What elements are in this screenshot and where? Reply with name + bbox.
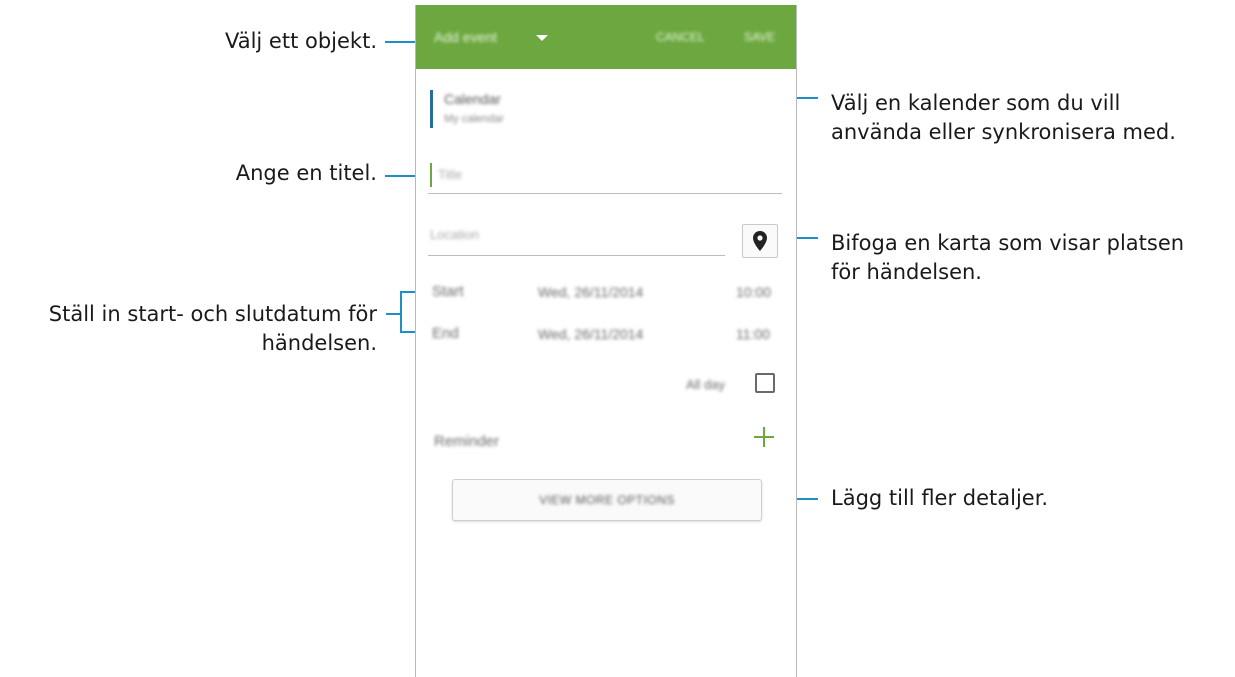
location-input[interactable]: Location — [430, 227, 479, 242]
save-button[interactable]: SAVE — [744, 30, 775, 44]
callout-enter-title: Ange en titel. — [236, 159, 377, 188]
callout-set-dates-text-1: Ställ in start- och slutdatum för — [48, 302, 377, 326]
callout-attach-map: Bifoga en karta som visar platsen för hä… — [831, 229, 1184, 287]
start-date-field[interactable]: Wed, 26/11/2014 — [538, 284, 643, 300]
end-time-field[interactable]: 11:00 — [736, 326, 770, 342]
screen: Välj ett objekt. Ange en titel. Ställ in… — [0, 0, 1235, 677]
location-map-button[interactable] — [742, 224, 778, 258]
callout-select-item-text: Välj ett objekt. — [224, 29, 377, 53]
cancel-button[interactable]: CANCEL — [656, 30, 705, 44]
callout-choose-calendar: Välj en kalender som du vill använda ell… — [831, 89, 1176, 147]
add-reminder-icon[interactable] — [752, 425, 776, 449]
location-underline — [428, 255, 725, 256]
phone-screen: Add event CANCEL SAVE Calendar My calend… — [415, 5, 797, 677]
callout-add-details-text: Lägg till fler detaljer. — [831, 486, 1049, 510]
all-day-label: All day — [686, 377, 726, 392]
start-time-field[interactable]: 10:00 — [736, 284, 771, 300]
callout-select-item: Välj ett objekt. — [225, 27, 377, 56]
calendar-selector-label[interactable]: Calendar — [444, 91, 501, 107]
callout-attach-map-text-2: för händelsen. — [831, 260, 982, 284]
map-pin-icon — [753, 231, 767, 251]
title-input[interactable]: Title — [438, 167, 462, 182]
callout-add-details: Lägg till fler detaljer. — [831, 484, 1048, 513]
end-label: End — [432, 325, 459, 342]
callout-set-dates-bracket — [400, 291, 402, 333]
callout-set-dates-text-2: händelsen. — [261, 331, 377, 355]
callout-attach-map-text-1: Bifoga en karta som visar platsen — [831, 231, 1185, 255]
callout-choose-calendar-text-1: Välj en kalender som du vill — [831, 91, 1121, 115]
calendar-color-indicator — [430, 90, 433, 128]
view-more-options-label: VIEW MORE OPTIONS — [539, 493, 675, 507]
view-more-options-button[interactable]: VIEW MORE OPTIONS — [452, 479, 762, 521]
title-text-cursor — [430, 163, 432, 187]
reminder-label: Reminder — [434, 433, 500, 450]
all-day-checkbox[interactable] — [755, 373, 775, 393]
dropdown-caret-icon[interactable] — [536, 35, 548, 41]
callout-choose-calendar-text-2: använda eller synkronisera med. — [831, 120, 1176, 144]
event-type-selector[interactable]: Add event — [434, 29, 497, 45]
start-label: Start — [432, 283, 464, 300]
end-date-field[interactable]: Wed, 26/11/2014 — [538, 326, 643, 342]
callout-set-dates-line — [386, 313, 401, 315]
calendar-selector-value[interactable]: My calendar — [444, 113, 504, 125]
app-bar: Add event CANCEL SAVE — [416, 5, 796, 69]
callout-enter-title-text: Ange en titel. — [235, 161, 377, 185]
title-underline — [428, 193, 782, 194]
callout-set-dates: Ställ in start- och slutdatum för händel… — [49, 300, 377, 358]
